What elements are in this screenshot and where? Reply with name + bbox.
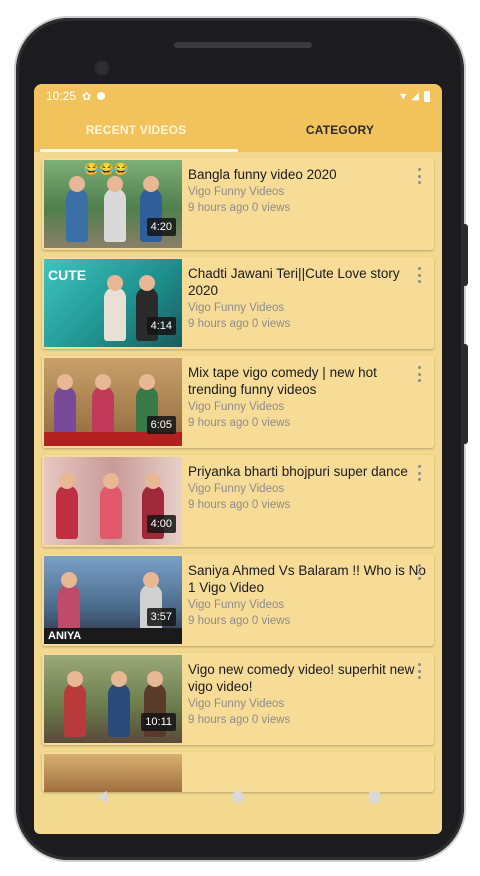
video-duration: 4:14 — [146, 317, 176, 335]
video-duration: 3:57 — [146, 608, 176, 626]
emoji-row: 😂😂😂 — [84, 162, 129, 176]
video-title[interactable]: Vigo new comedy video! superhit new vigo… — [188, 661, 428, 695]
video-thumbnail[interactable]: 😂😂😂 4:20 — [44, 160, 182, 248]
more-vert-icon[interactable] — [414, 168, 424, 184]
video-meta: 9 hours ago 0 views — [188, 417, 291, 429]
video-thumbnail[interactable]: 10:11 — [44, 655, 182, 743]
video-card[interactable]: CUTE 4:14 Chadti Jawani Teri||Cute Love … — [42, 257, 434, 349]
video-card[interactable]: 10:11 Vigo new comedy video! superhit ne… — [42, 653, 434, 745]
more-vert-icon[interactable] — [414, 465, 424, 481]
video-thumbnail[interactable]: 6:05 — [44, 358, 182, 446]
tab-bar: RECENT VIDEOS CATEGORY — [34, 108, 442, 152]
home-icon — [232, 791, 244, 803]
back-button[interactable] — [82, 777, 122, 817]
caption-banner — [44, 432, 182, 446]
video-channel: Vigo Funny Videos — [188, 698, 285, 710]
video-meta: 9 hours ago 0 views — [188, 714, 291, 726]
video-duration: 4:00 — [146, 515, 176, 533]
video-list: 😂😂😂 4:20 Bangla funny video 2020 Vigo Fu… — [34, 152, 442, 792]
video-card[interactable]: 6:05 Mix tape vigo comedy | new hot tren… — [42, 356, 434, 448]
video-title[interactable]: Chadti Jawani Teri||Cute Love story 2020 — [188, 265, 428, 299]
video-card[interactable]: 4:00 Priyanka bharti bhojpuri super danc… — [42, 455, 434, 547]
settings-notification-icon: ✿ — [82, 90, 92, 103]
power-button — [462, 344, 468, 444]
video-channel: Vigo Funny Videos — [188, 186, 285, 198]
video-title[interactable]: Priyanka bharti bhojpuri super dance — [188, 463, 428, 480]
more-vert-icon[interactable] — [414, 267, 424, 283]
video-thumbnail[interactable]: CUTE 4:14 — [44, 259, 182, 347]
tab-category[interactable]: CATEGORY — [238, 108, 442, 152]
video-meta: 9 hours ago 0 views — [188, 615, 291, 627]
video-channel: Vigo Funny Videos — [188, 599, 285, 611]
notification-dot-icon — [97, 92, 106, 100]
video-info: Priyanka bharti bhojpuri super dance Vig… — [182, 455, 434, 547]
back-icon — [97, 791, 107, 803]
home-button[interactable] — [218, 777, 258, 817]
app-screen: 10:25 ✿ ▾ ◢ RECENT VIDEOS CATEGORY 😂😂😂 4… — [34, 84, 442, 834]
front-camera — [96, 62, 108, 74]
video-duration: 10:11 — [141, 713, 176, 731]
video-thumbnail[interactable]: ANIYA 3:57 — [44, 556, 182, 644]
video-channel: Vigo Funny Videos — [188, 483, 285, 495]
more-vert-icon[interactable] — [414, 366, 424, 382]
video-meta: 9 hours ago 0 views — [188, 318, 291, 330]
video-title[interactable]: Mix tape vigo comedy | new hot trending … — [188, 364, 428, 398]
status-time: 10:25 — [46, 89, 77, 103]
video-title[interactable]: Bangla funny video 2020 — [188, 166, 428, 183]
video-card[interactable]: ANIYA 3:57 Saniya Ahmed Vs Balaram !! Wh… — [42, 554, 434, 646]
video-duration: 4:20 — [146, 218, 176, 236]
more-vert-icon[interactable] — [414, 564, 424, 580]
thumb-text: CUTE — [48, 267, 87, 283]
volume-button — [462, 224, 468, 286]
signal-icon: ◢ — [411, 90, 419, 102]
recents-icon — [368, 791, 380, 803]
video-channel: Vigo Funny Videos — [188, 302, 285, 314]
video-meta: 9 hours ago 0 views — [188, 202, 291, 214]
video-info: Vigo new comedy video! superhit new vigo… — [182, 653, 434, 745]
more-vert-icon[interactable] — [414, 663, 424, 679]
video-channel: Vigo Funny Videos — [188, 401, 285, 413]
video-info: Bangla funny video 2020 Vigo Funny Video… — [182, 158, 434, 250]
video-info: Chadti Jawani Teri||Cute Love story 2020… — [182, 257, 434, 349]
battery-icon — [424, 90, 430, 102]
tab-recent-videos[interactable]: RECENT VIDEOS — [34, 108, 238, 152]
earpiece-speaker — [174, 42, 312, 48]
video-info: Saniya Ahmed Vs Balaram !! Who is No 1 V… — [182, 554, 434, 646]
video-thumbnail[interactable]: 4:00 — [44, 457, 182, 545]
video-duration: 6:05 — [146, 416, 176, 434]
status-bar: 10:25 ✿ ▾ ◢ — [34, 84, 442, 108]
video-meta: 9 hours ago 0 views — [188, 499, 291, 511]
wifi-icon: ▾ — [400, 89, 407, 103]
recents-button[interactable] — [354, 777, 394, 817]
video-info: Mix tape vigo comedy | new hot trending … — [182, 356, 434, 448]
tab-indicator — [40, 149, 238, 152]
video-card[interactable]: 😂😂😂 4:20 Bangla funny video 2020 Vigo Fu… — [42, 158, 434, 250]
video-title[interactable]: Saniya Ahmed Vs Balaram !! Who is No 1 V… — [188, 562, 428, 596]
system-nav-bar — [34, 774, 442, 820]
thumb-text: ANIYA — [48, 630, 82, 642]
